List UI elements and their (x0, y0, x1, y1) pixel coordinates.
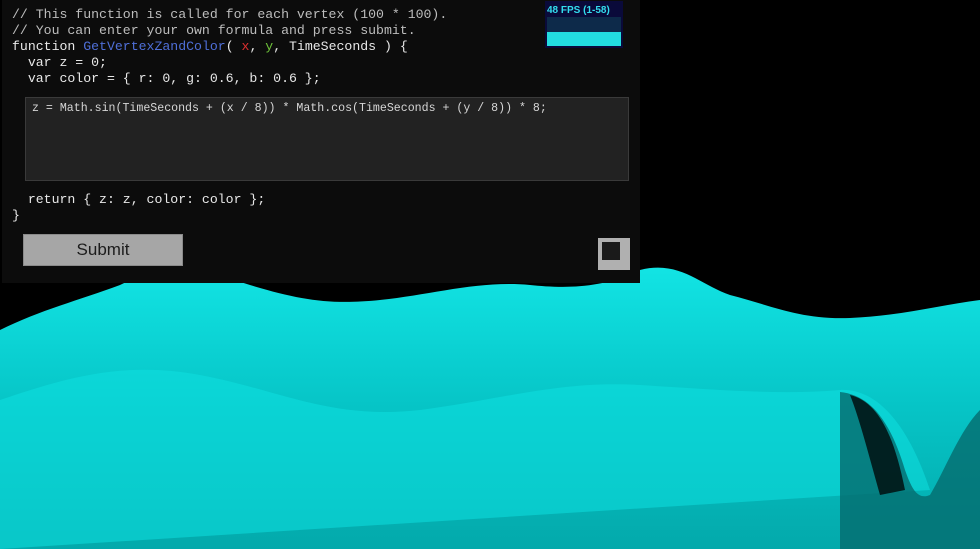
comma: , (273, 39, 290, 54)
code-return-line: return { z: z, color: color }; (12, 192, 266, 207)
fps-graph-fill (547, 31, 621, 46)
param-y: y (265, 39, 274, 54)
code-comment-line: // You can enter your own formula and pr… (12, 23, 416, 38)
toggle-panel-button[interactable] (598, 238, 630, 270)
code-closing-brace: } (12, 208, 20, 223)
submit-button[interactable]: Submit (23, 234, 183, 266)
formula-input[interactable]: z = Math.sin(TimeSeconds + (x / 8)) * Ma… (25, 97, 629, 181)
function-name: GetVertexZandColor (83, 39, 226, 54)
open-paren: ( (225, 39, 242, 54)
fps-graph (547, 17, 621, 46)
signature-end: ) { (376, 39, 408, 54)
function-signature: function GetVertexZandColor( x, y, TimeS… (12, 39, 408, 55)
code-var-color: var color = { r: 0, g: 0.6, b: 0.6 }; (12, 71, 321, 86)
param-time: TimeSeconds (289, 39, 377, 54)
square-icon (602, 242, 620, 260)
comma: , (249, 39, 266, 54)
fps-stats-widget[interactable]: 48 FPS (1-58) (545, 1, 623, 48)
code-comment-line: // This function is called for each vert… (12, 7, 448, 22)
code-editor-panel: // This function is called for each vert… (2, 0, 640, 283)
keyword-function: function (12, 39, 76, 54)
code-var-z: var z = 0; (12, 55, 107, 70)
